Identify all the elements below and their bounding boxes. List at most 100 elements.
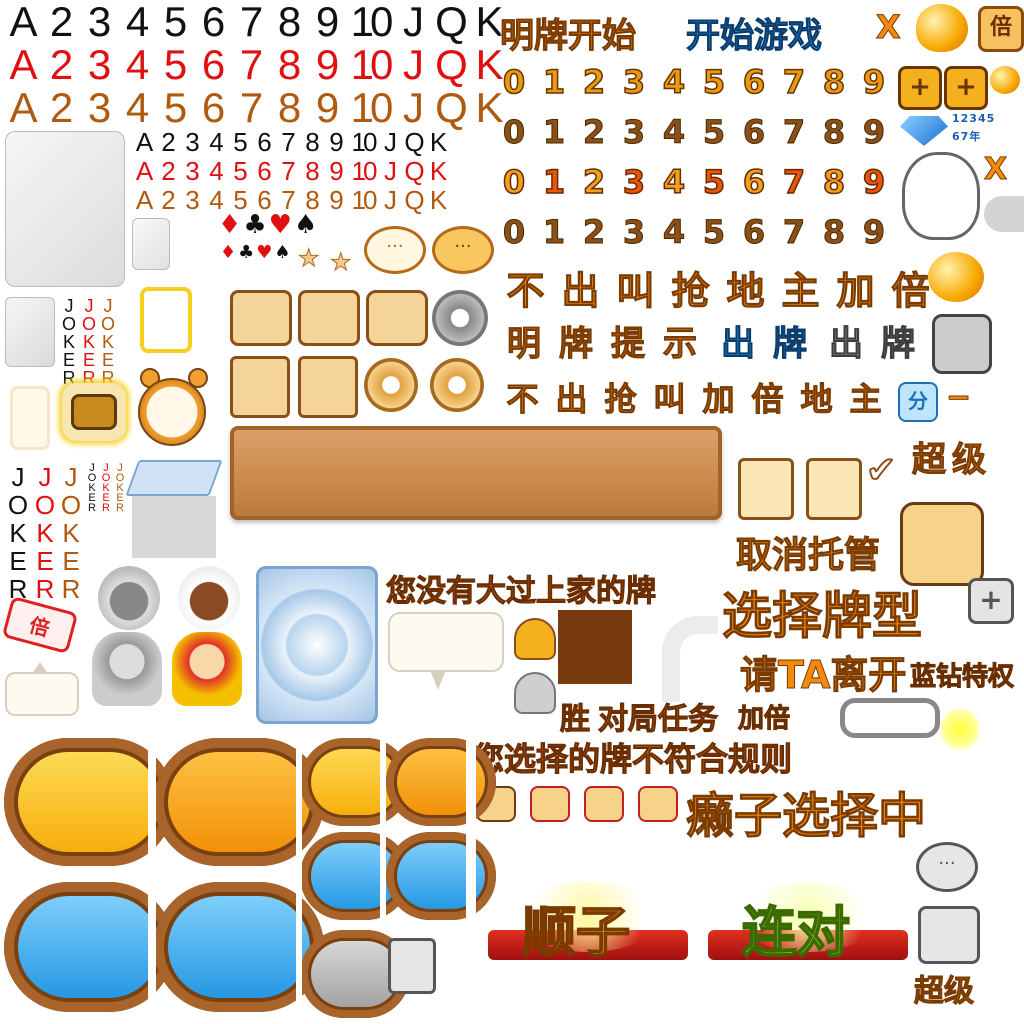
clipboard-icon <box>388 938 436 994</box>
action-char[interactable]: 叫 <box>608 260 663 315</box>
digit-1: 1 <box>542 162 566 202</box>
robot-icon <box>900 502 984 586</box>
rank-9: 9 <box>315 0 339 45</box>
rank-4: 4 <box>125 41 149 88</box>
rank-10: 10 <box>350 84 394 131</box>
action-char[interactable]: 示 <box>654 316 706 365</box>
blue-pill-button-small[interactable] <box>386 832 496 920</box>
match-task-label: 对局任务 <box>598 702 719 738</box>
play-cards-blue-button[interactable]: 出牌 <box>712 316 816 365</box>
action-char[interactable]: 明 <box>498 316 550 365</box>
add-double-label: 加倍 <box>737 704 791 735</box>
chat-bubble-icon: ··· <box>916 842 978 892</box>
action-char[interactable]: 出 <box>553 260 608 315</box>
digit-row-orange-red: 0123456789 <box>494 162 894 202</box>
landlord-avatar-gray <box>92 632 162 706</box>
rank-3: 3 <box>185 127 199 157</box>
joker-label-red: JOKER <box>79 296 99 386</box>
diamond-suit-icon: ♦ <box>220 242 237 263</box>
card-gray-slab <box>132 496 216 558</box>
action-char[interactable]: 不 <box>498 260 553 315</box>
digit-4: 4 <box>662 162 686 202</box>
spade-suit-icon: ♠ <box>274 242 291 263</box>
rank-6: 6 <box>257 127 271 157</box>
action-char[interactable]: 牌 <box>764 316 816 365</box>
farmer-avatar-color <box>178 566 240 630</box>
minus-sign[interactable]: − <box>945 380 971 416</box>
rank-3: 3 <box>87 84 111 131</box>
rank-8: 8 <box>277 0 301 45</box>
rank-7: 7 <box>239 84 263 131</box>
action-char[interactable]: 出 <box>820 316 872 365</box>
rank-7: 7 <box>281 127 295 157</box>
digit-6: 6 <box>742 62 766 102</box>
action-char[interactable]: 加 <box>828 260 883 315</box>
action-char[interactable]: 不 <box>498 374 547 420</box>
action-char[interactable]: 提 <box>602 316 654 365</box>
show-cards-start-button[interactable]: 明牌开始 <box>500 8 637 57</box>
action-char[interactable]: 牌 <box>872 316 924 365</box>
rank-8: 8 <box>305 127 319 157</box>
exit-door-icon <box>298 356 358 418</box>
rank-3: 3 <box>185 185 199 215</box>
orange-pill-button-small[interactable] <box>386 738 496 826</box>
close-x-button[interactable]: X <box>983 152 1007 188</box>
digit-9: 9 <box>862 213 886 252</box>
pairs-banner[interactable]: 连对 <box>708 866 908 976</box>
joker-label-black-tiny: JOKER <box>86 462 98 512</box>
gem-digits-2: 67年 <box>952 130 982 143</box>
straight-banner[interactable]: 顺子 <box>488 866 688 976</box>
action-char[interactable]: 地 <box>792 374 841 420</box>
plus-button[interactable]: + <box>968 578 1014 624</box>
rank-K: K <box>429 127 447 157</box>
bean-icon <box>928 252 984 302</box>
rank-J: J <box>403 0 424 45</box>
plus-button[interactable]: + <box>944 66 988 110</box>
action-char[interactable]: 叫 <box>645 374 694 420</box>
super-label-bottom: 超级 <box>914 974 975 1010</box>
heart-suit-icon: ♥ <box>268 210 292 240</box>
frame-corner <box>662 616 718 702</box>
rank-5: 5 <box>233 127 247 157</box>
rank-J: J <box>403 84 424 131</box>
digit-2: 2 <box>582 162 606 202</box>
cancel-auto-button[interactable]: 取消托管 <box>735 526 880 578</box>
action-char[interactable]: 加 <box>694 374 743 420</box>
action-char[interactable]: 倍 <box>743 374 792 420</box>
play-cards-gray-button[interactable]: 出牌 <box>820 316 924 365</box>
close-x-button[interactable]: X <box>876 8 902 47</box>
digit-9: 9 <box>862 113 886 152</box>
bean-icon <box>916 4 968 52</box>
table-icon <box>918 906 980 964</box>
action-char[interactable]: 牌 <box>550 316 602 365</box>
rank-4: 4 <box>209 156 223 186</box>
rank-row-red-small: A 2 3 4 5 6 7 8 9 10 J Q K <box>132 157 450 186</box>
action-char[interactable]: 抢 <box>596 374 645 420</box>
rank-9: 9 <box>329 185 343 215</box>
action-char[interactable]: 主 <box>773 260 828 315</box>
speech-box-medium <box>388 612 504 672</box>
gray-pill <box>984 196 1024 232</box>
action-char[interactable]: 出 <box>547 374 596 420</box>
gear-icon <box>430 358 484 412</box>
robot-icon <box>366 290 428 346</box>
action-char[interactable]: 抢 <box>663 260 718 315</box>
digit-7: 7 <box>782 213 806 252</box>
digit-6: 6 <box>742 113 766 152</box>
plus-button[interactable]: + <box>898 66 942 110</box>
rank-10: 10 <box>351 185 378 215</box>
start-game-button[interactable]: 开始游戏 <box>686 8 823 57</box>
white-mask <box>296 736 302 1020</box>
action-char[interactable]: 出 <box>712 316 764 365</box>
card-blank-small <box>132 218 170 270</box>
action-char[interactable]: 主 <box>841 374 890 420</box>
exit-door-icon <box>230 356 290 418</box>
rank-5: 5 <box>163 41 187 88</box>
card-blank-medium <box>5 297 55 367</box>
action-char[interactable]: 地 <box>718 260 773 315</box>
ask-leave-button[interactable]: 请TA离开 <box>739 644 906 699</box>
digit-9: 9 <box>862 62 886 102</box>
pairs-label: 连对 <box>741 900 851 965</box>
rank-8: 8 <box>305 156 319 186</box>
rank-10: 10 <box>351 156 378 186</box>
